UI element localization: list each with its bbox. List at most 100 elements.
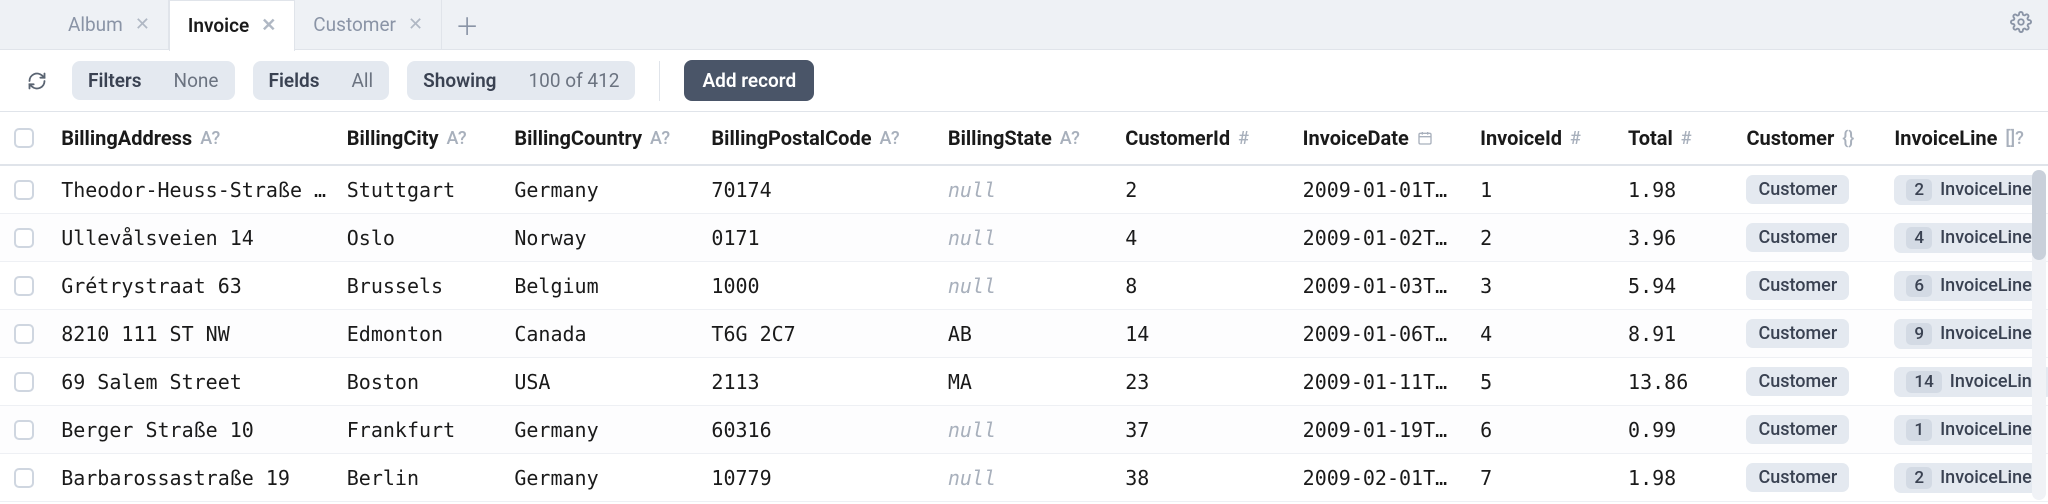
row-checkbox[interactable] [0, 420, 47, 440]
cell-customer[interactable]: Customer [1732, 367, 1880, 396]
showing-control[interactable]: Showing 100 of 412 [407, 61, 635, 100]
customer-pill[interactable]: Customer [1746, 367, 1849, 396]
add-record-button[interactable]: Add record [684, 60, 814, 101]
cell-invoicedate[interactable]: 2009-01-03T… [1289, 274, 1466, 298]
cell-invoicedate[interactable]: 2009-01-06T… [1289, 322, 1466, 346]
cell-total[interactable]: 3.96 [1614, 226, 1732, 250]
cell-billingaddress[interactable]: Barbarossastraße 19 [47, 466, 333, 490]
refresh-button[interactable] [20, 64, 54, 98]
cell-billingaddress[interactable]: 8210 111 ST NW [47, 322, 333, 346]
customer-pill[interactable]: Customer [1746, 415, 1849, 444]
row-checkbox[interactable] [0, 372, 47, 392]
invoiceline-pill[interactable]: 14InvoiceLine [1894, 367, 2048, 397]
cell-billingcity[interactable]: Frankfurt [333, 418, 501, 442]
cell-invoiceline[interactable]: 2InvoiceLine [1880, 175, 2048, 205]
cell-billingstate[interactable]: null [934, 418, 1111, 442]
row-checkbox[interactable] [0, 180, 47, 200]
invoiceline-pill[interactable]: 9InvoiceLine [1894, 319, 2043, 349]
cell-customer[interactable]: Customer [1732, 223, 1880, 252]
cell-billingcity[interactable]: Boston [333, 370, 501, 394]
table-row[interactable]: Berger Straße 10FrankfurtGermany60316nul… [0, 406, 2048, 454]
cell-billingstate[interactable]: null [934, 226, 1111, 250]
fields-control[interactable]: Fields All [253, 61, 390, 100]
cell-billingcountry[interactable]: Germany [500, 466, 697, 490]
cell-invoicedate[interactable]: 2009-01-01T… [1289, 178, 1466, 202]
cell-customer[interactable]: Customer [1732, 175, 1880, 204]
cell-customer[interactable]: Customer [1732, 415, 1880, 444]
cell-billingaddress[interactable]: Theodor-Heuss-Straße … [47, 178, 333, 202]
cell-customerid[interactable]: 4 [1111, 226, 1288, 250]
cell-billingpostalcode[interactable]: 10779 [697, 466, 933, 490]
col-total[interactable]: Total# [1614, 126, 1732, 150]
cell-customerid[interactable]: 37 [1111, 418, 1288, 442]
cell-invoiceline[interactable]: 9InvoiceLine [1880, 319, 2048, 349]
cell-customerid[interactable]: 23 [1111, 370, 1288, 394]
cell-total[interactable]: 1.98 [1614, 466, 1732, 490]
cell-billingpostalcode[interactable]: 60316 [697, 418, 933, 442]
col-billingcity[interactable]: BillingCityA? [333, 126, 501, 150]
table-row[interactable]: Ullevålsveien 14OsloNorway0171null42009-… [0, 214, 2048, 262]
col-billingcountry[interactable]: BillingCountryA? [500, 126, 697, 150]
tab-invoice[interactable]: Invoice ✕ [169, 0, 295, 51]
cell-invoiceline[interactable]: 6InvoiceLine [1880, 271, 2048, 301]
close-icon[interactable]: ✕ [408, 14, 423, 35]
tab-customer[interactable]: Customer ✕ [295, 0, 442, 50]
cell-customerid[interactable]: 8 [1111, 274, 1288, 298]
cell-customerid[interactable]: 14 [1111, 322, 1288, 346]
invoiceline-pill[interactable]: 2InvoiceLine [1894, 463, 2043, 493]
cell-invoiceid[interactable]: 6 [1466, 418, 1614, 442]
cell-billingcountry[interactable]: Germany [500, 418, 697, 442]
customer-pill[interactable]: Customer [1746, 271, 1849, 300]
cell-invoicedate[interactable]: 2009-01-11T… [1289, 370, 1466, 394]
col-customerid[interactable]: CustomerId# [1111, 126, 1288, 150]
table-row[interactable]: Barbarossastraße 19BerlinGermany10779nul… [0, 454, 2048, 502]
col-billingpostalcode[interactable]: BillingPostalCodeA? [697, 126, 933, 150]
cell-billingaddress[interactable]: Grétrystraat 63 [47, 274, 333, 298]
cell-billingstate[interactable]: null [934, 274, 1111, 298]
cell-billingcity[interactable]: Stuttgart [333, 178, 501, 202]
cell-invoicedate[interactable]: 2009-02-01T… [1289, 466, 1466, 490]
cell-total[interactable]: 5.94 [1614, 274, 1732, 298]
cell-invoiceid[interactable]: 5 [1466, 370, 1614, 394]
row-checkbox[interactable] [0, 324, 47, 344]
close-icon[interactable]: ✕ [135, 14, 150, 35]
cell-invoiceid[interactable]: 4 [1466, 322, 1614, 346]
cell-billingcountry[interactable]: Norway [500, 226, 697, 250]
row-checkbox[interactable] [0, 468, 47, 488]
cell-billingstate[interactable]: null [934, 466, 1111, 490]
table-row[interactable]: Grétrystraat 63BrusselsBelgium1000null82… [0, 262, 2048, 310]
invoiceline-pill[interactable]: 2InvoiceLine [1894, 175, 2043, 205]
cell-total[interactable]: 8.91 [1614, 322, 1732, 346]
cell-customerid[interactable]: 38 [1111, 466, 1288, 490]
tab-album[interactable]: Album ✕ [50, 0, 169, 50]
cell-billingcountry[interactable]: Belgium [500, 274, 697, 298]
cell-invoicedate[interactable]: 2009-01-02T… [1289, 226, 1466, 250]
invoiceline-pill[interactable]: 1InvoiceLine [1894, 415, 2043, 445]
col-billingstate[interactable]: BillingStateA? [934, 126, 1111, 150]
cell-invoicedate[interactable]: 2009-01-19T… [1289, 418, 1466, 442]
col-invoiceid[interactable]: InvoiceId# [1466, 126, 1614, 150]
cell-billingaddress[interactable]: Ullevålsveien 14 [47, 226, 333, 250]
cell-total[interactable]: 13.86 [1614, 370, 1732, 394]
cell-billingpostalcode[interactable]: 70174 [697, 178, 933, 202]
cell-customerid[interactable]: 2 [1111, 178, 1288, 202]
select-all-checkbox[interactable] [0, 128, 47, 148]
close-icon[interactable]: ✕ [261, 15, 276, 36]
cell-customer[interactable]: Customer [1732, 463, 1880, 492]
cell-invoiceid[interactable]: 2 [1466, 226, 1614, 250]
col-invoiceline[interactable]: InvoiceLine[]? [1880, 126, 2048, 150]
cell-total[interactable]: 1.98 [1614, 178, 1732, 202]
scrollbar-thumb[interactable] [2032, 170, 2046, 260]
cell-billingcountry[interactable]: USA [500, 370, 697, 394]
customer-pill[interactable]: Customer [1746, 223, 1849, 252]
cell-customer[interactable]: Customer [1732, 271, 1880, 300]
table-row[interactable]: 69 Salem StreetBostonUSA2113MA232009-01-… [0, 358, 2048, 406]
vertical-scrollbar[interactable] [2032, 170, 2046, 500]
cell-billingpostalcode[interactable]: 0171 [697, 226, 933, 250]
cell-invoiceline[interactable]: 14InvoiceLine [1880, 367, 2048, 397]
cell-billingcountry[interactable]: Germany [500, 178, 697, 202]
cell-billingcity[interactable]: Berlin [333, 466, 501, 490]
gear-icon[interactable] [2010, 11, 2032, 39]
customer-pill[interactable]: Customer [1746, 175, 1849, 204]
row-checkbox[interactable] [0, 228, 47, 248]
